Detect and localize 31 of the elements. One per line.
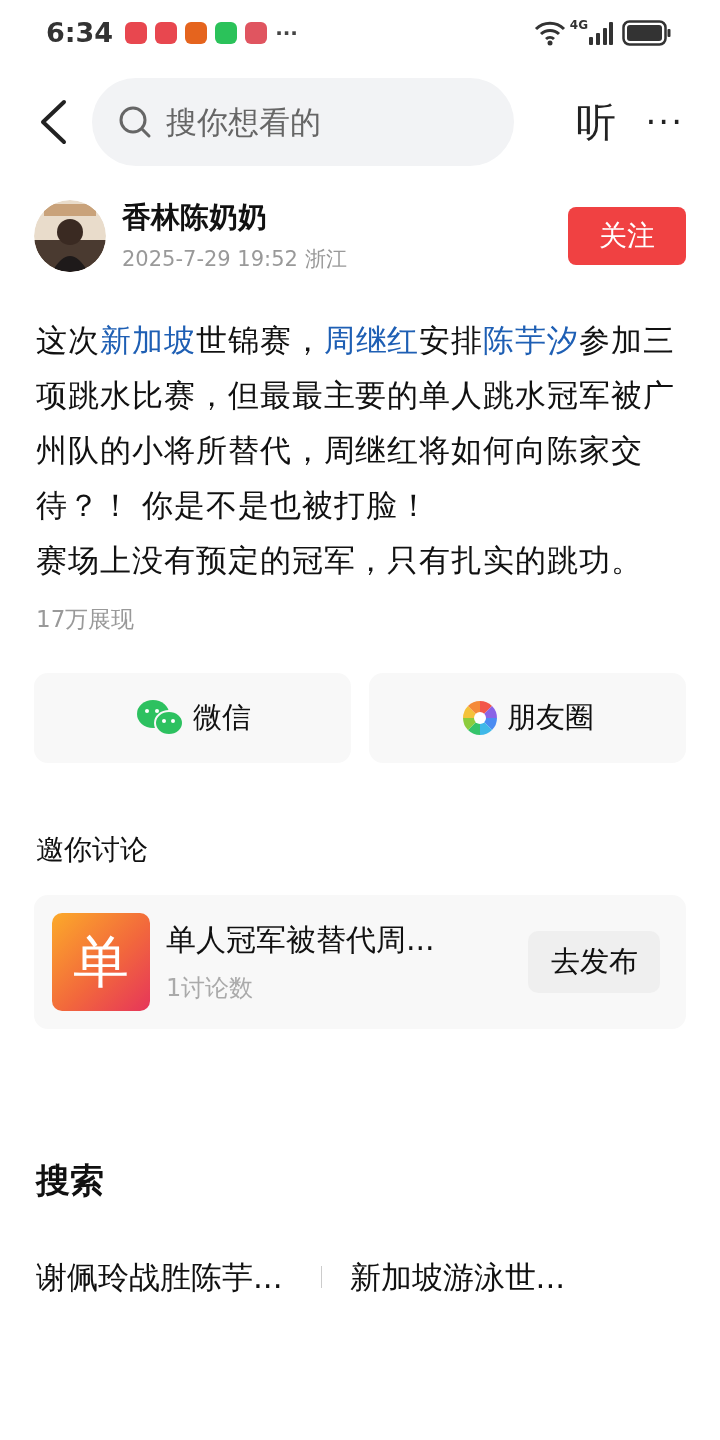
topic-card[interactable]: 单 单人冠军被替代周... 1讨论数 去发布: [34, 894, 686, 1029]
search-suggestion[interactable]: 新加坡游泳世...: [349, 1253, 566, 1300]
topic-link[interactable]: 新加坡: [99, 323, 196, 358]
topic-title: 单人冠军被替代周...: [166, 921, 436, 959]
back-icon[interactable]: [38, 99, 68, 145]
post-text: 这次新加坡世锦赛，周继红安排陈芋汐参加三项跳水比赛，但最最主要的单人跳水冠军被广州队的小将所替代，周继红将如何向陈家交待？！ 你是不是也被打脸！ 赛场上没有预定的冠军，只有扎实的跳功。: [35, 322, 677, 580]
view-count: 17万展现: [35, 605, 136, 634]
wifi-icon: [533, 20, 566, 46]
author-name: 香林陈奶奶: [122, 199, 268, 236]
battery-icon: [622, 20, 672, 46]
share-button[interactable]: 微信: [34, 672, 351, 763]
more-notifications-icon: ···: [275, 18, 298, 48]
post-meta: 2025-7-29 19:52 浙江: [122, 245, 347, 273]
discussion-count: 1讨论数: [166, 973, 255, 1004]
listen-button[interactable]: 听: [575, 92, 616, 152]
section-title: 邀你讨论: [35, 831, 149, 868]
signal-icon: [588, 21, 614, 45]
publish-button[interactable]: 去发布: [528, 930, 660, 993]
section-title: 搜索: [34, 1158, 105, 1202]
status-time: 6:34: [46, 15, 114, 50]
more-button[interactable]: ···: [639, 95, 690, 149]
search-icon: [118, 105, 152, 139]
topic-link[interactable]: 周继红: [323, 323, 420, 358]
search-suggestion[interactable]: 谢佩玲战胜陈芋...: [36, 1253, 283, 1300]
follow-button[interactable]: 关注: [568, 206, 686, 265]
topic-badge: 单: [52, 912, 150, 1011]
search-field[interactable]: 搜你想看的: [92, 78, 514, 166]
network-label: 4G: [569, 17, 588, 34]
topic-link[interactable]: 陈芋汐: [483, 323, 580, 358]
aperture-icon: [461, 698, 499, 737]
share-button[interactable]: 朋友圈: [369, 672, 686, 763]
